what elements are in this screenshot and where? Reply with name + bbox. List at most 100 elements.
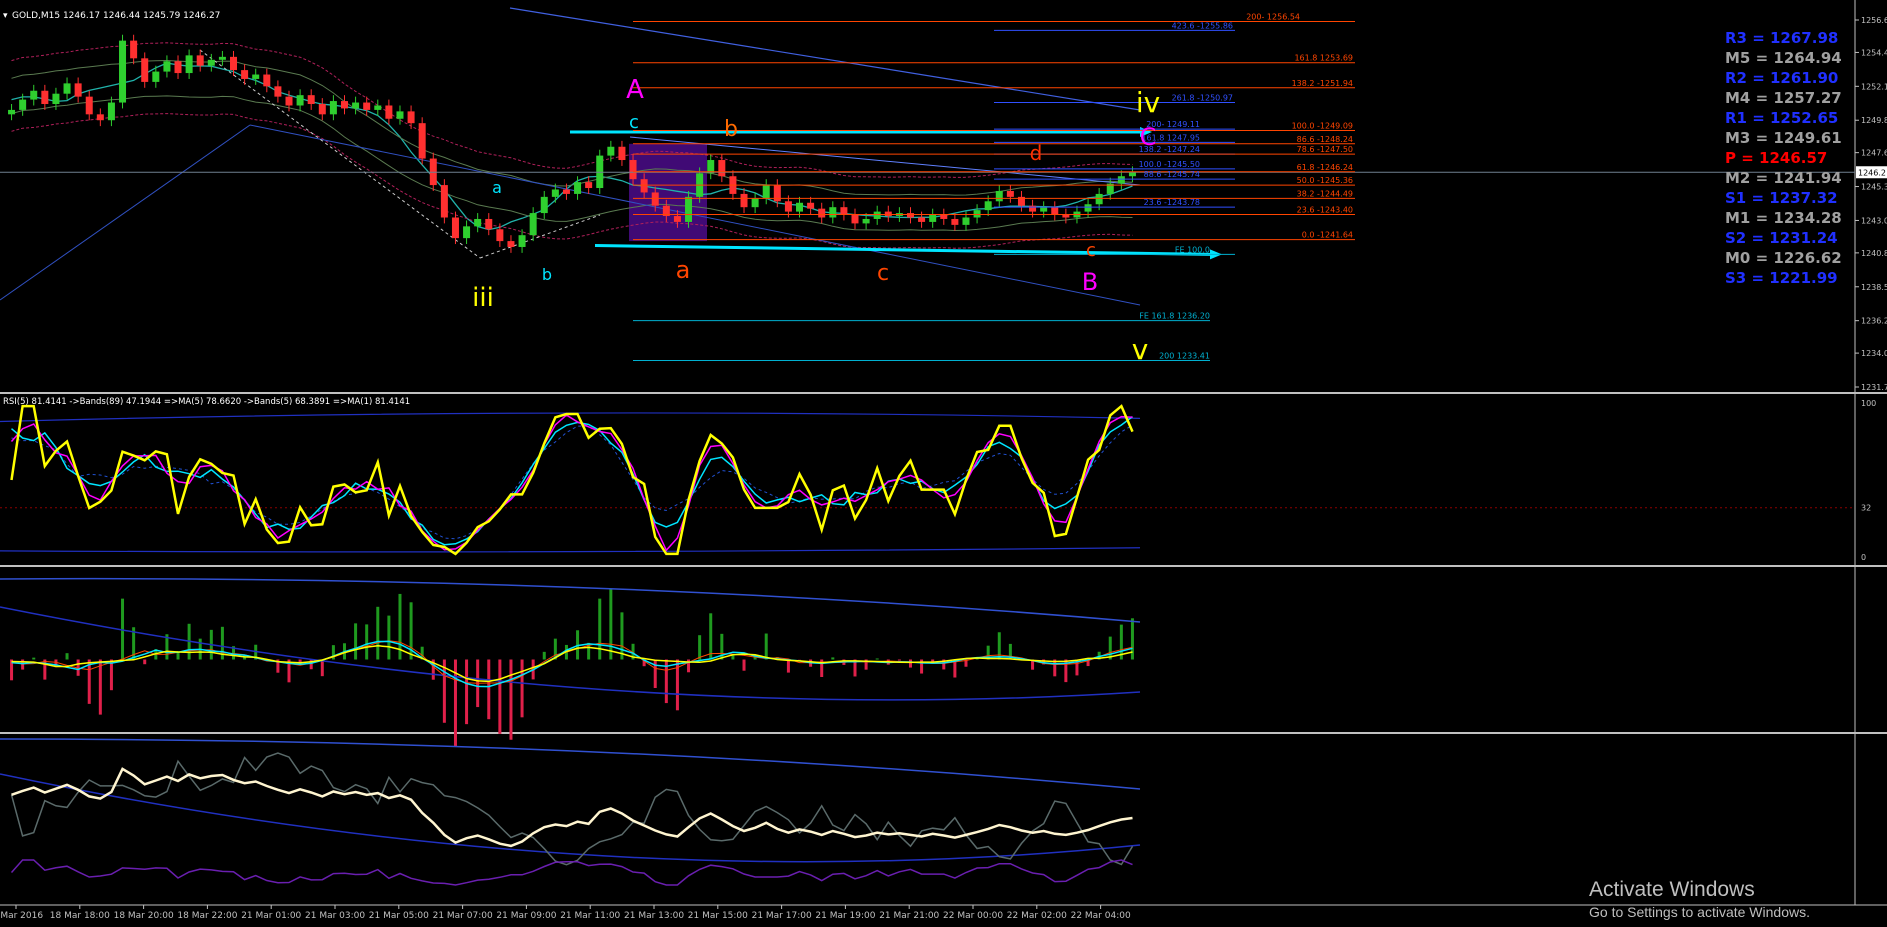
- time-tick-label: 18 Mar 18:00: [50, 911, 110, 921]
- price-tick-label: 1238.5: [1861, 283, 1887, 292]
- candle-body: [174, 61, 182, 74]
- time-tick-label: 22 Mar 04:00: [1071, 911, 1131, 921]
- candle-body: [740, 193, 748, 208]
- fib-level-label: 23.6 -1243.78: [1144, 198, 1200, 207]
- fib-level-label: 61.8 -1246.24: [1297, 163, 1353, 172]
- osc-purple-line: [10, 859, 1133, 886]
- fib-level-label: 100.0 -1249.09: [1292, 122, 1353, 131]
- candle-body: [1095, 193, 1103, 205]
- time-tick-label: 22 Mar 00:00: [943, 911, 1003, 921]
- candle-body: [496, 229, 504, 242]
- candle-body: [41, 90, 49, 105]
- candle-body: [962, 217, 970, 225]
- histogram-bar: [109, 659, 113, 691]
- pivot-level-label: R1 = 1252.65: [1725, 109, 1838, 127]
- candle-body: [163, 61, 171, 72]
- candle-body: [796, 202, 804, 212]
- chart-menu-icon: ▾: [3, 11, 8, 21]
- fib-level-label: 200 1233.41: [1159, 351, 1210, 360]
- candle-body: [884, 211, 892, 217]
- candle-body: [241, 70, 249, 79]
- histogram-bar: [65, 653, 69, 660]
- candle-body: [518, 235, 526, 247]
- candle-body: [574, 182, 582, 194]
- elliott-wave-label: iv: [1136, 86, 1160, 119]
- fib-level-label: 100.0 -1245.50: [1139, 160, 1200, 169]
- envelope-lower: [11, 95, 1133, 232]
- candle-body: [263, 74, 271, 87]
- candle-body: [762, 185, 770, 199]
- candle-body: [829, 207, 837, 218]
- histogram-bar: [498, 659, 502, 734]
- candle-body: [607, 146, 615, 156]
- time-tick-label: 21 Mar 01:00: [241, 911, 301, 921]
- candle-body: [673, 216, 681, 222]
- candle-body: [152, 71, 160, 82]
- candle-body: [485, 218, 493, 230]
- candle-body: [385, 105, 393, 119]
- candle-body: [629, 160, 637, 180]
- histogram-bar: [143, 659, 147, 665]
- price-tick-label: 1249.8: [1861, 116, 1887, 125]
- watermark-line2: Go to Settings to activate Windows.: [1589, 904, 1810, 920]
- rsi-indicator-label: RSI(5) 81.4141 ->Bands(89) 47.1944 =>MA(…: [3, 397, 410, 407]
- fib-level-label: 0.0 -1241.64: [1302, 231, 1353, 240]
- histogram-bar: [320, 659, 324, 677]
- candle-body: [1040, 207, 1048, 212]
- candle-body: [562, 189, 570, 194]
- histogram-bar: [1130, 618, 1134, 660]
- time-tick-label: 21 Mar 07:00: [433, 911, 493, 921]
- candle-body: [407, 111, 415, 124]
- trendline-blue: [509, 7, 1141, 111]
- elliott-wave-label: d: [1030, 141, 1043, 165]
- candle-body: [352, 102, 360, 109]
- price-tick-label: 1245.3: [1861, 183, 1887, 192]
- candle-body: [363, 102, 371, 110]
- pivot-level-label: S1 = 1237.32: [1725, 189, 1838, 207]
- watermark-line1: Activate Windows: [1589, 878, 1755, 901]
- candle-body: [685, 196, 693, 222]
- candle-body: [918, 217, 926, 222]
- candle-body: [984, 201, 992, 211]
- time-tick-label: 21 Mar 15:00: [688, 911, 748, 921]
- candle-body: [107, 102, 115, 121]
- fib-level-label: FE 161.8 1236.20: [1139, 312, 1210, 321]
- candle-body: [19, 99, 27, 110]
- histogram-bar: [387, 615, 391, 660]
- pivot-level-label: R3 = 1267.98: [1725, 29, 1838, 47]
- rsi-band-lower: [0, 547, 1141, 553]
- fib-level-label: 50.0 -1245.36: [1297, 176, 1353, 185]
- elliott-wave-label: iii: [472, 283, 494, 313]
- time-tick-label: 21 Mar 21:00: [879, 911, 939, 921]
- candle-body: [252, 74, 260, 79]
- price-tick-label: 1234.0: [1861, 349, 1887, 358]
- candle-body: [196, 55, 204, 66]
- candle-body: [718, 160, 726, 177]
- histogram-bar: [87, 659, 91, 704]
- time-tick-label: 21 Mar 09:00: [496, 911, 556, 921]
- macd-band-upper: [0, 577, 1141, 623]
- fib-level-label: 200- 1256.54: [1246, 12, 1300, 21]
- candle-body: [374, 105, 382, 110]
- candle-body: [873, 211, 881, 219]
- candle-body: [707, 160, 715, 174]
- price-tick-label: 1256.6: [1861, 16, 1887, 25]
- candle-body: [940, 214, 948, 219]
- time-tick-label: 21 Mar 05:00: [369, 911, 429, 921]
- candle-body: [74, 83, 82, 97]
- candle-body: [307, 95, 315, 105]
- histogram-bar: [376, 606, 380, 660]
- histogram-bar: [442, 659, 446, 723]
- time-tick-label: 21 Mar 11:00: [560, 911, 620, 921]
- candle-body: [1128, 172, 1136, 177]
- candle-body: [451, 217, 459, 239]
- histogram-bar: [365, 624, 369, 660]
- candle-body: [618, 146, 626, 161]
- pivot-level-label: S3 = 1221.99: [1725, 269, 1838, 287]
- candle-body: [96, 114, 104, 121]
- trading-chart: 1256.6 1254.4 1252.1 1249.8 1247.6 1245.3 1243…: [0, 0, 1887, 921]
- candle-body: [507, 241, 515, 247]
- histogram-bar: [831, 657, 835, 660]
- histogram-bar: [875, 658, 879, 660]
- elliott-wave-label: c: [1086, 240, 1096, 261]
